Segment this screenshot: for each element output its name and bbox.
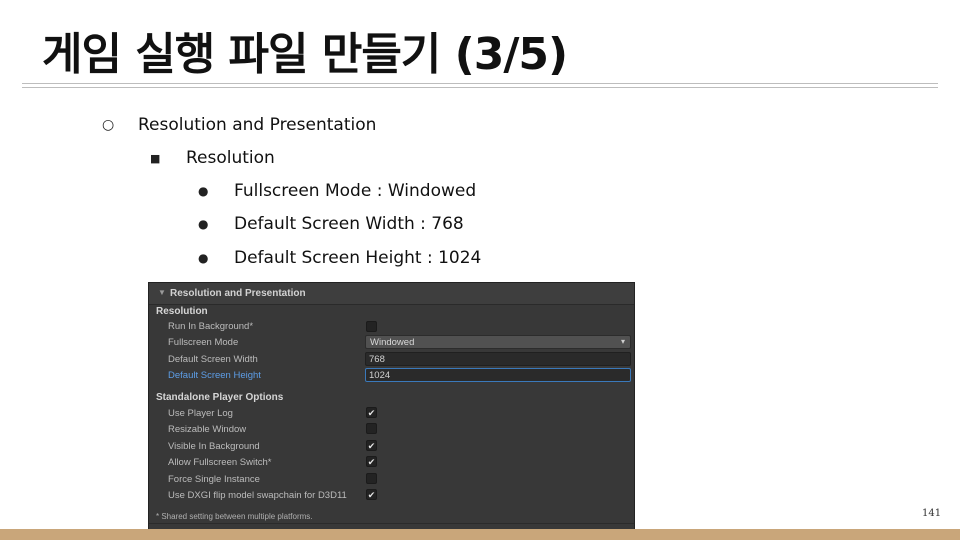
unity-inspector-screenshot: ▼ Resolution and Presentation Resolution…	[148, 282, 635, 530]
section-standalone-heading: Standalone Player Options	[156, 392, 284, 403]
visible-in-background-checkbox[interactable]: ✔	[366, 440, 377, 451]
bullet-default-screen-height: Default Screen Height : 1024	[234, 248, 482, 268]
use-player-log-label: Use Player Log	[168, 408, 233, 419]
chevron-down-icon: ▾	[620, 337, 625, 346]
section-resolution-heading: Resolution	[156, 306, 208, 317]
force-single-instance-label: Force Single Instance	[168, 474, 260, 485]
checkmark-icon: ✔	[367, 457, 376, 467]
foldout-header[interactable]: ▼ Resolution and Presentation	[149, 283, 634, 305]
bullet-fullscreen-mode: Fullscreen Mode : Windowed	[234, 181, 477, 201]
checkmark-icon: ✔	[367, 408, 376, 418]
visible-in-background-label: Visible In Background	[168, 441, 260, 452]
shared-setting-footnote: * Shared setting between multiple platfo…	[156, 512, 313, 521]
default-screen-width-value: 768	[369, 354, 385, 365]
slide-title: 게임 실행 파일 만들기 (3/5)	[42, 29, 568, 80]
default-screen-height-label: Default Screen Height	[168, 370, 261, 381]
panel-divider	[149, 523, 634, 524]
run-in-background-label: Run In Background*	[168, 321, 254, 332]
filled-circle-bullet-icon: ●	[198, 217, 209, 231]
use-dxgi-flip-checkbox[interactable]: ✔	[366, 489, 377, 500]
checkmark-icon: ✔	[367, 441, 376, 451]
use-dxgi-flip-label: Use DXGI flip model swapchain for D3D11	[168, 490, 347, 501]
title-divider-top	[22, 83, 938, 84]
bullet-default-screen-width: Default Screen Width : 768	[234, 214, 464, 234]
resizable-window-checkbox[interactable]	[366, 423, 377, 434]
default-screen-width-input[interactable]: 768	[365, 352, 631, 366]
default-screen-height-value: 1024	[369, 370, 391, 381]
default-screen-width-label: Default Screen Width	[168, 354, 258, 365]
square-bullet-icon: ■	[150, 152, 161, 165]
use-player-log-checkbox[interactable]: ✔	[366, 407, 377, 418]
fullscreen-mode-label: Fullscreen Mode	[168, 337, 239, 348]
checkmark-icon: ✔	[367, 490, 376, 500]
page-number: 141	[922, 508, 942, 519]
allow-fullscreen-switch-label: Allow Fullscreen Switch*	[168, 457, 272, 468]
foldout-title: Resolution and Presentation	[170, 288, 306, 299]
hollow-circle-bullet-icon: ○	[102, 117, 115, 133]
fullscreen-mode-value: Windowed	[370, 337, 415, 348]
bottom-accent-bar	[0, 529, 960, 540]
run-in-background-checkbox[interactable]	[366, 321, 377, 332]
fullscreen-mode-dropdown[interactable]: Windowed ▾	[365, 335, 631, 349]
bullet-resolution: Resolution	[186, 148, 275, 168]
default-screen-height-input[interactable]: 1024	[365, 368, 631, 382]
force-single-instance-checkbox[interactable]	[366, 473, 377, 484]
resizable-window-label: Resizable Window	[168, 424, 247, 435]
filled-circle-bullet-icon: ●	[198, 251, 209, 265]
title-divider-bottom	[22, 87, 938, 88]
bullet-resolution-and-presentation: Resolution and Presentation	[138, 115, 377, 135]
filled-circle-bullet-icon: ●	[198, 184, 209, 198]
allow-fullscreen-switch-checkbox[interactable]: ✔	[366, 456, 377, 467]
foldout-arrow-icon[interactable]: ▼	[158, 288, 166, 297]
